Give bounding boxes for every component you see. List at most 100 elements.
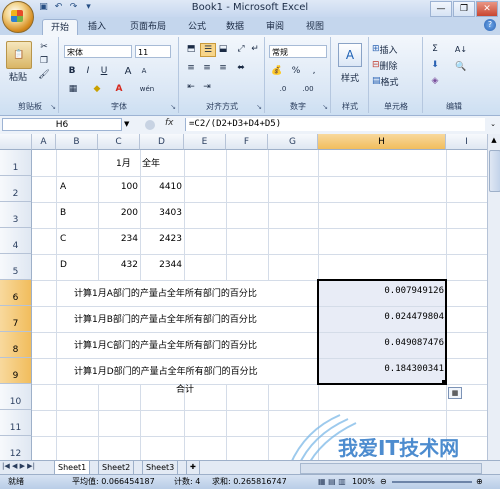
sheet-nav-icons[interactable]: |◀ ◀ ▶ ▶|: [2, 462, 35, 470]
tab-data[interactable]: 数据: [218, 19, 252, 35]
cell-c4[interactable]: 234: [98, 234, 138, 244]
underline-button[interactable]: U: [98, 65, 110, 77]
worksheet-grid[interactable]: A B C D E F G H I 1 2 3 4 5 6 7 8 9 10 1…: [0, 134, 500, 460]
zoom-slider[interactable]: [392, 481, 472, 483]
row-header-4[interactable]: 4: [0, 228, 32, 254]
cell-d5[interactable]: 2344: [140, 260, 182, 270]
cell-b3[interactable]: B: [60, 208, 66, 218]
column-header-b[interactable]: B: [56, 134, 98, 150]
close-button[interactable]: ✕: [476, 1, 498, 17]
wrap-text-icon[interactable]: ↵: [248, 43, 262, 55]
fill-color-icon[interactable]: ◆: [90, 83, 104, 95]
font-name-box[interactable]: 宋体: [64, 45, 132, 58]
tab-view[interactable]: 视图: [298, 19, 332, 35]
insert-function-button[interactable]: fx: [165, 118, 174, 128]
phonetic-button[interactable]: wén: [136, 83, 158, 95]
column-header-g[interactable]: G: [268, 134, 318, 150]
number-format-box[interactable]: 常规: [269, 45, 327, 58]
column-header-d[interactable]: D: [140, 134, 184, 150]
decrease-decimal-button[interactable]: .00: [298, 83, 318, 95]
row-header-7[interactable]: 7: [0, 306, 32, 332]
row-header-1[interactable]: 1: [0, 150, 32, 176]
cell-b9[interactable]: 计算1月D部门的产量占全年所有部门的百分比: [74, 364, 258, 377]
cell-b8[interactable]: 计算1月C部门的产量占全年所有部门的百分比: [74, 338, 257, 351]
formula-input[interactable]: =C2/(D2+D3+D4+D5): [185, 118, 485, 131]
restore-button[interactable]: ❐: [453, 1, 475, 17]
insert-sheet-icon[interactable]: ✚: [186, 461, 200, 475]
row-header-12[interactable]: 12: [0, 436, 32, 460]
border-icon[interactable]: ▦: [66, 83, 80, 95]
orientation-icon[interactable]: ⤢: [234, 43, 248, 55]
percent-button[interactable]: %: [290, 65, 302, 77]
align-top-icon[interactable]: ⬒: [184, 43, 198, 55]
alignment-dialog-launcher-icon[interactable]: ↘: [256, 103, 262, 111]
cell-b4[interactable]: C: [60, 234, 66, 244]
column-header-a[interactable]: A: [32, 134, 56, 150]
fill-icon[interactable]: ⬇: [428, 59, 442, 71]
sheet-tab-1[interactable]: Sheet1: [54, 461, 91, 475]
font-dialog-launcher-icon[interactable]: ↘: [170, 103, 176, 111]
name-box-dropdown-icon[interactable]: ▼: [124, 120, 129, 128]
expand-formula-bar-icon[interactable]: ⌄: [490, 120, 496, 128]
row-header-6[interactable]: 6: [0, 280, 32, 306]
font-color-button[interactable]: A: [112, 83, 126, 95]
number-dialog-launcher-icon[interactable]: ↘: [322, 103, 328, 111]
row-header-3[interactable]: 3: [0, 202, 32, 228]
find-select-button[interactable]: 🔍: [452, 61, 470, 73]
sort-filter-button[interactable]: A↓: [452, 43, 470, 55]
cell-b6[interactable]: 计算1月A部门的产量占全年所有部门的百分比: [74, 286, 257, 299]
decrease-indent-icon[interactable]: ⇤: [184, 81, 198, 93]
paste-button[interactable]: 粘贴: [4, 70, 32, 83]
clipboard-icon[interactable]: 📋: [6, 41, 32, 69]
format-painter-icon[interactable]: 🖌: [38, 69, 50, 81]
column-header-e[interactable]: E: [184, 134, 226, 150]
cell-c5[interactable]: 432: [98, 260, 138, 270]
row-header-2[interactable]: 2: [0, 176, 32, 202]
cell-d4[interactable]: 2423: [140, 234, 182, 244]
bold-button[interactable]: B: [66, 65, 78, 77]
cell-c2[interactable]: 100: [98, 182, 138, 192]
align-right-icon[interactable]: ≡: [216, 62, 230, 74]
fill-handle[interactable]: [442, 380, 447, 385]
scroll-up-icon[interactable]: ▲: [488, 134, 500, 146]
column-header-h[interactable]: H: [318, 134, 446, 150]
row-header-11[interactable]: 11: [0, 410, 32, 436]
cell-b2[interactable]: A: [60, 182, 66, 192]
cell-b5[interactable]: D: [60, 260, 67, 270]
comma-button[interactable]: ,: [308, 65, 320, 77]
cell-d10[interactable]: 合计: [176, 382, 194, 395]
scroll-thumb[interactable]: [489, 150, 500, 192]
column-header-c[interactable]: C: [98, 134, 140, 150]
cell-d3[interactable]: 3403: [140, 208, 182, 218]
formula-bar-handle-icon[interactable]: [145, 120, 155, 130]
cell-c3[interactable]: 200: [98, 208, 138, 218]
row-header-9[interactable]: 9: [0, 358, 32, 384]
merge-center-icon[interactable]: ⬌: [234, 62, 248, 74]
styles-icon[interactable]: A: [338, 43, 362, 67]
increase-decimal-button[interactable]: .0: [274, 83, 292, 95]
zoom-in-icon[interactable]: ⊕: [476, 475, 483, 489]
align-center-icon[interactable]: ≡: [200, 62, 214, 74]
copy-icon[interactable]: ❐: [38, 55, 50, 67]
clipboard-dialog-launcher-icon[interactable]: ↘: [50, 103, 56, 111]
italic-button[interactable]: I: [82, 65, 94, 77]
vertical-scrollbar[interactable]: ▲: [487, 134, 500, 460]
cell-b7[interactable]: 计算1月B部门的产量占全年所有部门的百分比: [74, 312, 257, 325]
minimize-button[interactable]: —: [430, 1, 452, 17]
row-header-8[interactable]: 8: [0, 332, 32, 358]
zoom-out-icon[interactable]: ⊖: [380, 475, 387, 489]
increase-indent-icon[interactable]: ⇥: [200, 81, 214, 93]
help-icon[interactable]: ?: [484, 19, 496, 31]
cell-d2[interactable]: 4410: [140, 182, 182, 192]
view-mode-icons[interactable]: ▦ ▤ ▥: [318, 475, 346, 489]
cell-d1[interactable]: 全年: [142, 156, 160, 169]
column-header-i[interactable]: I: [446, 134, 488, 150]
column-header-f[interactable]: F: [226, 134, 268, 150]
format-cells-button[interactable]: ▤ 格式: [372, 75, 420, 88]
delete-cells-button[interactable]: ⊟ 删除: [372, 59, 420, 72]
tab-review[interactable]: 审阅: [258, 19, 292, 35]
tab-home[interactable]: 开始: [42, 19, 78, 36]
horizontal-scrollbar[interactable]: [300, 463, 482, 474]
shrink-font-button[interactable]: A: [138, 65, 150, 77]
sheet-tab-2[interactable]: Sheet2: [98, 461, 135, 475]
